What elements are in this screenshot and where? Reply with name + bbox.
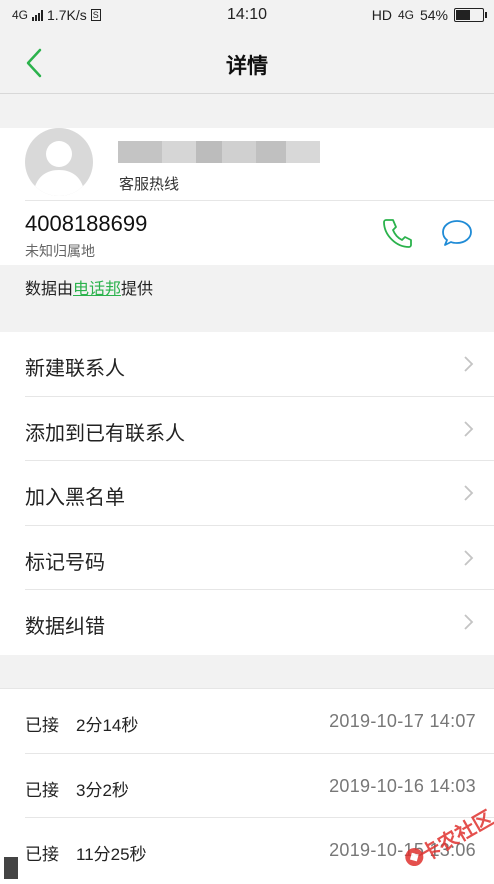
number-location: 未知归属地 bbox=[25, 243, 95, 259]
data-source-text: 数据由电话邦提供 bbox=[25, 275, 153, 299]
call-duration: 11分25秒 bbox=[76, 845, 147, 864]
menu-item-add-to-existing[interactable]: 添加到已有联系人 bbox=[0, 397, 494, 461]
chevron-right-icon bbox=[464, 356, 474, 372]
menu-item-label: 加入黑名单 bbox=[25, 487, 125, 509]
contact-label: 客服热线 bbox=[119, 176, 180, 193]
menu-item-mark-number[interactable]: 标记号码 bbox=[0, 526, 494, 590]
status-bar: 4G 1.7K/s S 14:10 HD 4G 54% bbox=[0, 0, 494, 32]
call-status: 已接 bbox=[25, 716, 59, 735]
battery-icon bbox=[454, 8, 487, 22]
network-type-right: 4G bbox=[397, 8, 414, 22]
avatar[interactable] bbox=[25, 128, 93, 196]
call-status: 已接 bbox=[25, 845, 59, 864]
contact-card: 客服热线 4008188699 未知归属地 bbox=[0, 128, 494, 265]
menu-item-new-contact[interactable]: 新建联系人 bbox=[0, 332, 494, 397]
menu-item-label: 数据纠错 bbox=[25, 616, 105, 638]
chevron-right-icon bbox=[464, 420, 474, 437]
watermark-logo: 卡农社区 bbox=[392, 800, 494, 866]
divider bbox=[25, 200, 494, 201]
chevron-right-icon bbox=[464, 614, 474, 630]
chevron-right-icon bbox=[464, 485, 474, 501]
data-source-suffix: 提供 bbox=[121, 281, 154, 298]
person-icon bbox=[33, 141, 85, 196]
call-log-row[interactable]: 已接 2分14秒 2019-10-17 14:07 bbox=[0, 689, 494, 754]
contact-name-redacted bbox=[118, 141, 320, 163]
battery-percent: 54% bbox=[419, 7, 448, 23]
menu-item-label: 添加到已有联系人 bbox=[25, 422, 185, 445]
corner-mark bbox=[4, 857, 18, 879]
call-button[interactable] bbox=[380, 216, 414, 250]
message-button[interactable] bbox=[440, 216, 474, 250]
phone-number[interactable]: 4008188699 bbox=[25, 211, 147, 237]
call-datetime: 2019-10-17 14:07 bbox=[329, 711, 476, 731]
call-status: 已接 bbox=[25, 780, 59, 800]
call-duration: 2分14秒 bbox=[76, 716, 139, 735]
call-duration: 3分2秒 bbox=[76, 780, 129, 800]
page-title: 详情 bbox=[226, 55, 268, 78]
status-right: HD 4G 54% bbox=[371, 7, 487, 23]
menu-item-data-correction[interactable]: 数据纠错 bbox=[0, 590, 494, 655]
action-menu: 新建联系人 添加到已有联系人 加入黑名单 标记号码 数据纠错 bbox=[0, 332, 494, 655]
call-datetime: 2019-10-16 14:03 bbox=[329, 775, 476, 796]
message-icon bbox=[442, 220, 472, 246]
menu-item-blacklist[interactable]: 加入黑名单 bbox=[0, 461, 494, 526]
hd-indicator: HD bbox=[371, 7, 392, 23]
data-source-prefix: 数据由 bbox=[25, 281, 74, 298]
menu-item-label: 新建联系人 bbox=[25, 358, 125, 380]
phone-icon bbox=[383, 219, 412, 248]
data-source-link[interactable]: 电话邦 bbox=[73, 281, 121, 298]
chevron-right-icon bbox=[464, 549, 474, 566]
menu-item-label: 标记号码 bbox=[25, 551, 105, 574]
nav-bar: 详情 bbox=[0, 32, 494, 94]
data-source-note: 数据由电话邦提供 bbox=[0, 265, 494, 331]
